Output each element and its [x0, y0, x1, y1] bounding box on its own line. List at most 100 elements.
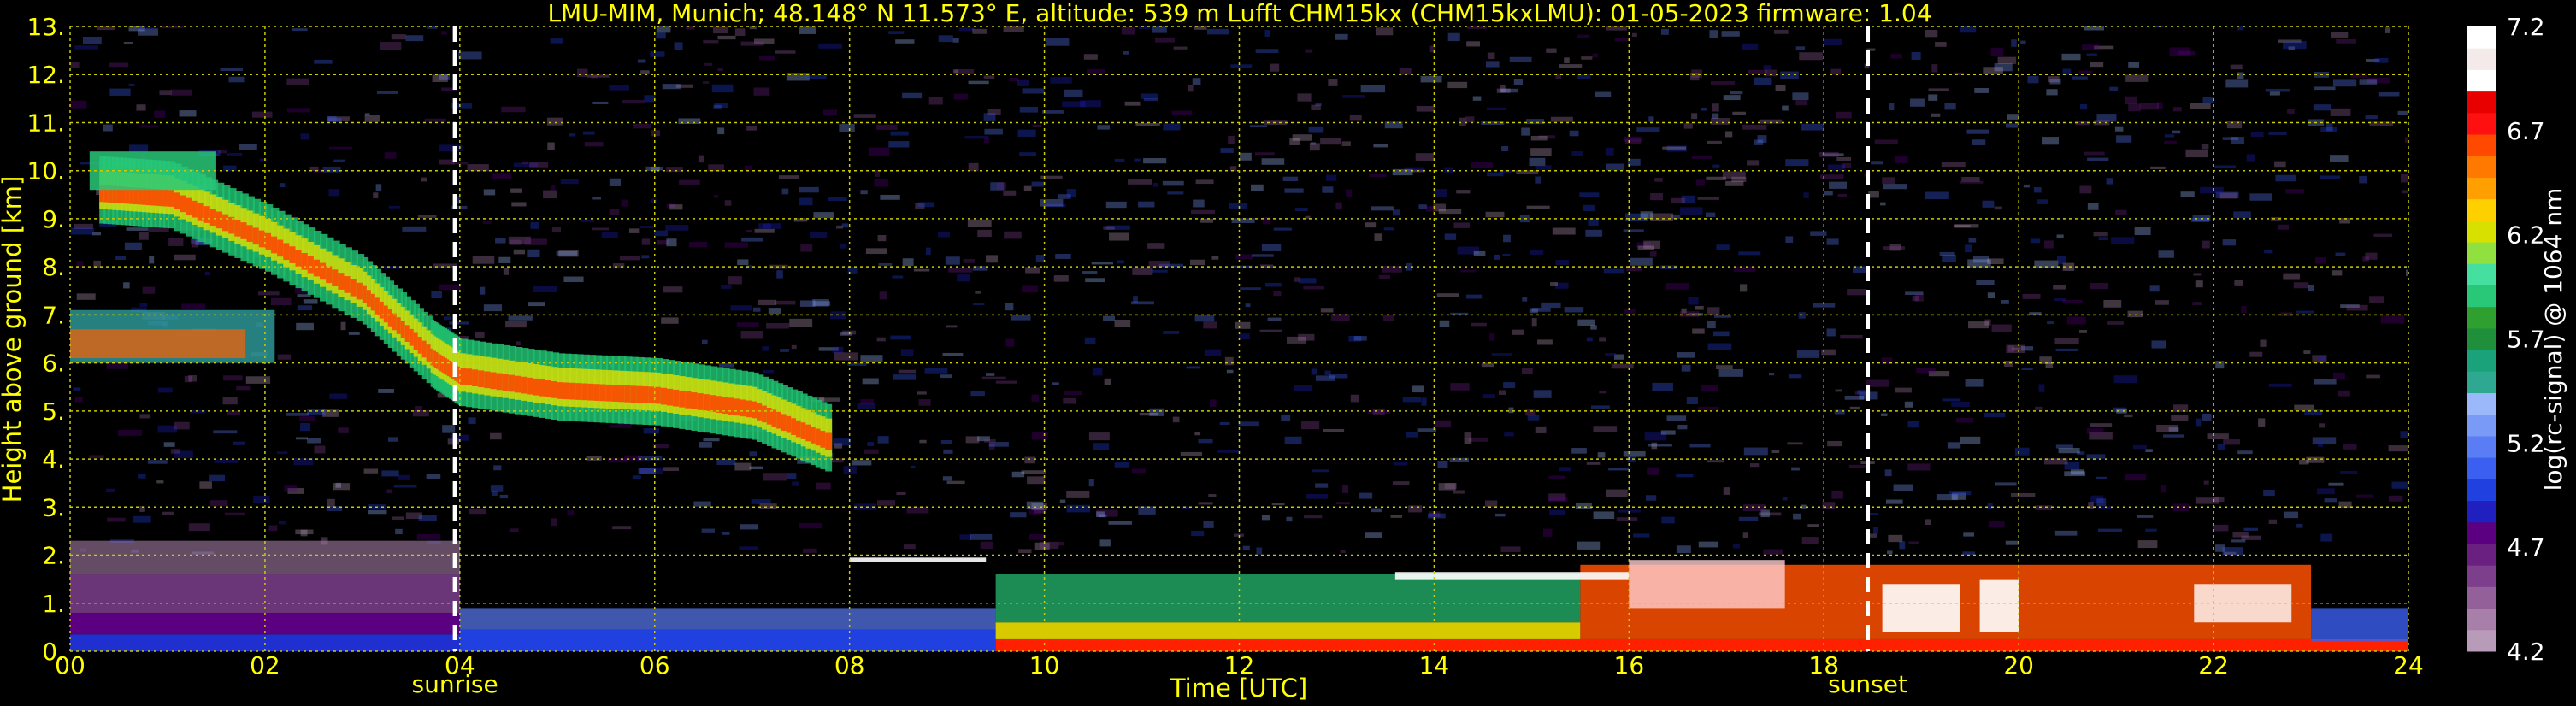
heat-cell: [2171, 415, 2189, 421]
heat-cell: [628, 228, 640, 233]
heat-cell: [787, 473, 797, 479]
colorbar-segment: [2467, 112, 2496, 135]
heat-cell: [818, 43, 842, 49]
heat-cell: [363, 468, 379, 474]
heat-cell: [758, 56, 775, 61]
heat-cell: [2308, 285, 2314, 291]
heat-cell: [2180, 191, 2195, 197]
heat-cell: [1849, 406, 1860, 410]
heat-cell: [307, 438, 321, 444]
heat-cell: [1705, 212, 1716, 217]
heat-cell: [1530, 250, 1544, 255]
heat-cell: [1823, 38, 1842, 45]
heat-cell: [1350, 394, 1359, 403]
heat-cell: [563, 276, 584, 283]
heat-cell: [1456, 190, 1471, 194]
heat-cell: [799, 197, 813, 206]
y-tick-label: 10.: [27, 157, 65, 185]
heat-cell: [1465, 116, 1475, 123]
heat-cell: [424, 118, 447, 122]
heat-cell: [1525, 119, 1545, 125]
heat-cell: [1018, 549, 1032, 554]
heat-cell: [2109, 86, 2119, 91]
heat-cell: [2047, 321, 2054, 325]
heat-cell: [2160, 485, 2166, 493]
heat-cell: [967, 219, 992, 227]
heat-cell: [917, 202, 935, 208]
heat-cell: [2365, 252, 2378, 260]
heat-cell: [70, 329, 246, 358]
heat-cell: [2128, 62, 2140, 68]
heat-cell: [1399, 68, 1412, 75]
heat-cell: [869, 147, 890, 156]
heat-cell: [988, 442, 1009, 447]
heat-cell: [1676, 474, 1694, 478]
heat-cell: [1189, 259, 1205, 266]
heat-cell: [619, 256, 640, 261]
heat-cell: [1694, 306, 1704, 310]
heat-cell: [418, 515, 437, 521]
heat-cell: [940, 440, 952, 444]
heat-cell: [2274, 161, 2286, 168]
heat-cell: [995, 622, 1581, 639]
x-tick-label: 00: [55, 651, 85, 680]
heat-cell: [1775, 85, 1786, 91]
heat-cell: [2217, 444, 2225, 450]
heat-cell: [1763, 549, 1783, 555]
heat-cell: [938, 35, 953, 43]
heat-cell: [1885, 499, 1903, 504]
heat-cell: [2086, 53, 2097, 56]
heat-cell: [2096, 476, 2107, 479]
heat-cell: [1871, 161, 1883, 165]
heat-cell: [1198, 502, 1213, 505]
heat-cell: [431, 291, 442, 299]
heat-cell: [1210, 399, 1217, 407]
heat-cell: [1191, 531, 1205, 537]
colorbar-segment: [2467, 543, 2496, 566]
heat-cell: [1577, 541, 1601, 550]
heat-cell: [170, 449, 180, 454]
heat-cell: [527, 249, 540, 258]
heat-cell: [2116, 135, 2132, 143]
heat-cell: [903, 544, 916, 550]
heat-cell: [981, 376, 1006, 380]
heat-cell: [1436, 293, 1459, 297]
heat-cell: [1010, 512, 1027, 518]
heat-cell: [1217, 450, 1240, 453]
heat-cell: [1826, 238, 1839, 245]
heat-cell: [1801, 537, 1819, 544]
heat-cell: [109, 88, 131, 96]
heat-cell: [295, 437, 308, 440]
heat-cell: [1273, 227, 1292, 231]
colorbar-segment: [2467, 392, 2496, 415]
heat-cell: [1533, 390, 1552, 398]
heat-cell: [2124, 474, 2147, 481]
heat-cell: [546, 117, 563, 126]
heat-cell: [906, 506, 929, 514]
heat-cell: [1591, 405, 1610, 409]
heat-cell: [928, 97, 943, 105]
heat-cell: [2241, 306, 2247, 314]
heat-cell: [1949, 491, 1972, 496]
heat-cell: [942, 476, 952, 481]
heat-cell: [1548, 496, 1568, 503]
heat-cell: [586, 456, 602, 461]
heat-cell: [1742, 532, 1748, 538]
heat-cell: [1581, 56, 1593, 60]
heat-cell: [1782, 105, 1789, 111]
heat-cell: [1066, 504, 1091, 513]
heat-cell: [1502, 253, 1511, 257]
heat-cell: [1988, 521, 2005, 528]
heat-cell: [946, 480, 965, 485]
heat-cell: [1691, 113, 1698, 120]
heat-cell: [592, 227, 610, 231]
heat-cell: [972, 28, 988, 34]
heat-cell: [89, 455, 104, 459]
heat-cell: [1412, 385, 1424, 393]
heat-cell: [1586, 337, 1593, 342]
heat-cell: [2021, 368, 2033, 371]
heat-cell: [1022, 285, 1038, 293]
heat-cell: [1371, 508, 1382, 513]
heat-cell: [1143, 157, 1167, 164]
y-tick-label: 3.: [42, 493, 65, 521]
